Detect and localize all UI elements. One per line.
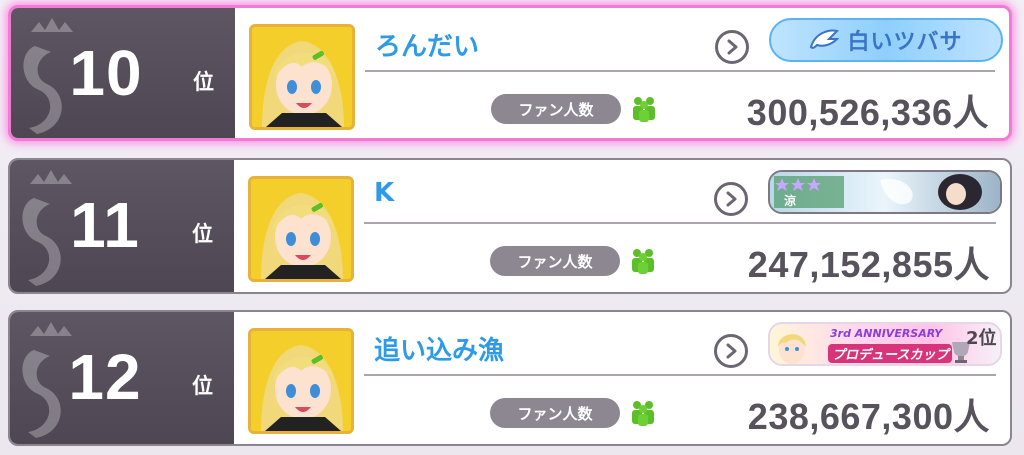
idol-portrait-icon xyxy=(251,179,351,279)
event-badge[interactable]: 3rd ANNIVERSARY プロデュースカップ 2位 xyxy=(768,322,1002,366)
rank-suffix: 位 xyxy=(192,222,213,246)
player-name[interactable]: ろんだい xyxy=(375,26,479,63)
fan-count: 247,152,855人 xyxy=(747,244,990,285)
divider xyxy=(364,374,996,376)
fan-count-label: ファン人数 xyxy=(490,398,620,428)
ranking-row[interactable]: 11 位 K 涼 ファン人数 247,152,855人 xyxy=(8,158,1012,294)
rank-suffix: 位 xyxy=(192,374,213,398)
player-name[interactable]: K xyxy=(374,178,394,208)
avatar[interactable] xyxy=(248,328,354,434)
idol-portrait-icon xyxy=(251,331,351,431)
divider xyxy=(365,70,995,72)
fan-count-label: ファン人数 xyxy=(490,246,620,276)
player-name[interactable]: 追い込み漁 xyxy=(374,330,504,367)
rank-number: 10 xyxy=(69,37,143,109)
wing-icon xyxy=(810,29,840,49)
fans-icon xyxy=(633,97,655,122)
rank-block: 12 位 xyxy=(10,312,234,444)
rank-suffix: 位 xyxy=(193,70,214,94)
chevron-right-icon xyxy=(727,39,738,55)
fan-count: 238,667,300人 xyxy=(747,396,990,437)
chevron-right-icon xyxy=(726,343,737,359)
rank-number: 11 xyxy=(70,189,140,261)
rank-number: 12 xyxy=(68,341,142,413)
chevron-right-icon xyxy=(726,191,737,207)
avatar[interactable] xyxy=(249,24,355,130)
card-character-label: 涼 xyxy=(784,194,797,208)
fan-count-label: ファン人数 xyxy=(491,94,621,124)
event-badge-line1: 3rd ANNIVERSARY xyxy=(830,327,943,340)
fans-icon xyxy=(632,401,654,426)
profile-arrow-button[interactable] xyxy=(714,334,748,368)
title-badge[interactable]: 白いツバサ xyxy=(769,18,1003,62)
ranking-row[interactable]: 12 位 追い込み漁 3rd ANNIVERSARY プロデュースカップ 2位 … xyxy=(8,310,1012,446)
event-badge-place: 2位 xyxy=(966,328,997,349)
idol-portrait-icon xyxy=(252,27,352,127)
title-badge-text: 白いツバサ xyxy=(847,30,963,55)
rank-block: 11 位 xyxy=(10,160,234,292)
profile-arrow-button[interactable] xyxy=(714,182,748,216)
event-badge-line2: プロデュースカップ xyxy=(828,344,953,363)
idol-card-thumbnail xyxy=(770,172,1000,212)
rank-block: 10 位 xyxy=(11,8,235,138)
avatar[interactable] xyxy=(248,176,354,282)
profile-arrow-button[interactable] xyxy=(715,30,749,64)
event-idol-portrait-icon xyxy=(778,334,806,364)
divider xyxy=(364,222,996,224)
fans-icon xyxy=(632,249,654,274)
ranking-row[interactable]: 10 位 ろんだい 白いツバサ ファン人数 300,526,336人 xyxy=(8,5,1012,141)
fan-count: 300,526,336人 xyxy=(746,92,989,133)
idol-card-badge[interactable]: 涼 xyxy=(768,170,1002,214)
